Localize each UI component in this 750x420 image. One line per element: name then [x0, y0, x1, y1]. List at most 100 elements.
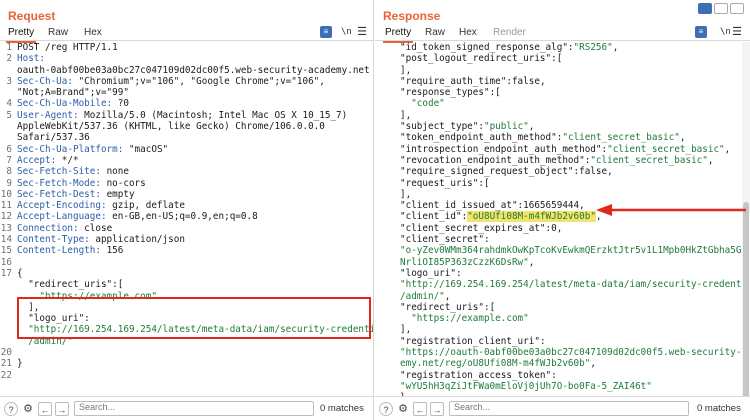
code-text: Sec-Ch-Ua-Mobile: ?0 [14, 98, 373, 109]
layout-toggle-group [698, 3, 744, 15]
code-line: "redirect_uris":[ [0, 279, 373, 290]
response-search-input[interactable]: Search... [449, 401, 689, 416]
code-text: "subject_type":"public", [393, 121, 740, 132]
code-token: "client_id_issued_at" [400, 200, 518, 212]
code-token: , [679, 132, 686, 144]
code-text: AppleWebKit/537.36 (KHTML, like Gecko) C… [14, 121, 373, 132]
response-wrap-lines-icon[interactable]: ≡ [695, 26, 707, 38]
code-line: "id_token_signed_response_alg":"RS256", [393, 42, 740, 53]
layout-tabbed-button[interactable] [730, 3, 744, 14]
code-token: ], [400, 188, 412, 200]
code-line: "o-yZev0WMm364rahdmkOwKpTcoKvEwkmQErzktJ… [393, 245, 750, 256]
code-token: "redirect_uris" [17, 279, 113, 291]
line-number: 15 [0, 245, 12, 257]
code-token: , [612, 42, 619, 53]
code-text: Safari/537.36 [14, 132, 373, 143]
code-token: :[ [551, 53, 563, 65]
code-text: "introspection_endpoint_auth_method":"cl… [393, 144, 740, 155]
code-token: , [444, 290, 451, 302]
code-text: "id_token_signed_response_alg":"RS256", [393, 42, 740, 53]
code-text: "wYU5hH3qZiJtFWa0mEloVj0jUh7O-bo0Fa-5_ZA… [393, 381, 740, 392]
code-text: ], [393, 110, 740, 121]
code-token: ], [400, 109, 412, 121]
forward-icon[interactable]: → [55, 402, 69, 416]
code-token: ?0 [112, 98, 129, 110]
request-tab-raw[interactable]: Raw [48, 27, 68, 38]
code-token: :[ [483, 301, 496, 313]
response-search-bar: ? ⚙ ← → Search... 0 matches [375, 396, 750, 420]
code-token: gzip, deflate [106, 200, 185, 212]
code-token: "response_types" [400, 87, 490, 99]
code-token: , [590, 358, 596, 370]
logo-uri-annotation-box [17, 297, 371, 339]
code-line: ], [393, 65, 740, 76]
request-editor[interactable]: 1 POST /reg HTTP/1.1 2 Host: oauth-0abf00be0… [0, 42, 373, 396]
code-token: "https://example.com" [400, 313, 529, 325]
code-token: "https://oauth-0abf00be03a0bc27c047109d0… [400, 347, 750, 359]
back-icon[interactable]: ← [38, 402, 52, 416]
client-id-annotation-arrow [596, 204, 746, 216]
response-help-icon[interactable]: ? [379, 402, 393, 416]
help-icon[interactable]: ? [4, 402, 18, 416]
response-tab-hex[interactable]: Hex [459, 27, 477, 38]
response-menu-icon[interactable]: ☰ [731, 26, 743, 38]
code-token: :[ [489, 87, 501, 99]
line-number: 8 [6, 166, 12, 178]
response-newline-icon[interactable]: \n [713, 26, 731, 38]
code-token: "subject_type" [400, 121, 479, 133]
code-token: "client_secret" [400, 234, 484, 246]
line-number [0, 65, 14, 76]
code-text: Sec-Fetch-Site: none [14, 166, 373, 177]
response-tab-pretty[interactable]: Pretty [382, 27, 414, 43]
request-title: Request [8, 9, 56, 23]
code-text: Sec-Fetch-Dest: empty [14, 189, 373, 200]
code-text: ], [393, 324, 740, 335]
code-text: Content-Type: application/json [14, 234, 373, 245]
request-tab-hex[interactable]: Hex [84, 27, 102, 38]
wrap-lines-icon[interactable]: ≡ [320, 26, 332, 38]
code-line: "request_uris":[ [393, 178, 740, 189]
code-token: "post_logout_redirect_uris" [400, 53, 552, 65]
line-number [0, 302, 14, 313]
code-token: :[ [112, 279, 124, 291]
code-line: "token_endpoint_auth_method":"client_sec… [393, 132, 740, 143]
code-token: "require_auth_time" [400, 75, 507, 87]
response-tab-raw[interactable]: Raw [425, 27, 445, 38]
settings-icon[interactable]: ⚙ [21, 402, 35, 416]
response-tab-render[interactable]: Render [493, 27, 526, 38]
code-token: Sec-Ch-Ua-Platform: [17, 143, 124, 155]
code-line: "client_secret_expires_at":0, [393, 223, 740, 234]
code-text: User-Agent: Mozilla/5.0 (Macintosh; Inte… [14, 110, 373, 121]
code-token: "id_token_signed_response_alg" [400, 42, 568, 53]
line-number [0, 291, 14, 302]
code-token: , [528, 256, 535, 268]
code-line: 1 POST /reg HTTP/1.1 [0, 42, 373, 53]
newline-icon[interactable]: \n [338, 26, 352, 38]
code-text: "client_secret_expires_at":0, [393, 223, 740, 234]
code-text: "Not;A=Brand";v="99" [14, 87, 373, 98]
code-text: Accept: */* [14, 155, 373, 166]
code-token: ], [400, 64, 412, 76]
request-search-bar: ? ⚙ ← → Search... 0 matches [0, 396, 373, 420]
response-settings-icon[interactable]: ⚙ [396, 402, 410, 416]
response-back-icon[interactable]: ← [413, 402, 427, 416]
response-editor[interactable]: "id_token_signed_response_alg":"RS256", "… [393, 42, 750, 403]
code-token: :1665659444, [517, 200, 585, 212]
code-text: "https://example.com" [393, 313, 740, 324]
response-scroll-thumb[interactable] [743, 202, 749, 402]
code-line: 10 Sec-Fetch-Dest: empty [0, 189, 373, 200]
code-text: "token_endpoint_auth_method":"client_sec… [393, 132, 740, 143]
code-token: emy.net/reg/oU8Ufi08M-m4fWJb2v60b" [400, 358, 591, 370]
layout-stacked-button[interactable] [714, 3, 728, 14]
layout-side-by-side-button[interactable] [698, 3, 712, 14]
request-search-input[interactable]: Search... [74, 401, 314, 416]
response-forward-icon[interactable]: → [430, 402, 444, 416]
request-matches-count: 0 matches [320, 403, 364, 414]
code-text: Content-Length: 156 [14, 245, 373, 256]
code-line: 6 Sec-Ch-Ua-Platform: "macOS" [0, 144, 373, 155]
response-scrollbar[interactable] [742, 42, 750, 402]
line-number [0, 279, 14, 290]
menu-icon[interactable]: ☰ [356, 26, 368, 38]
request-tab-pretty[interactable]: Pretty [5, 27, 37, 43]
